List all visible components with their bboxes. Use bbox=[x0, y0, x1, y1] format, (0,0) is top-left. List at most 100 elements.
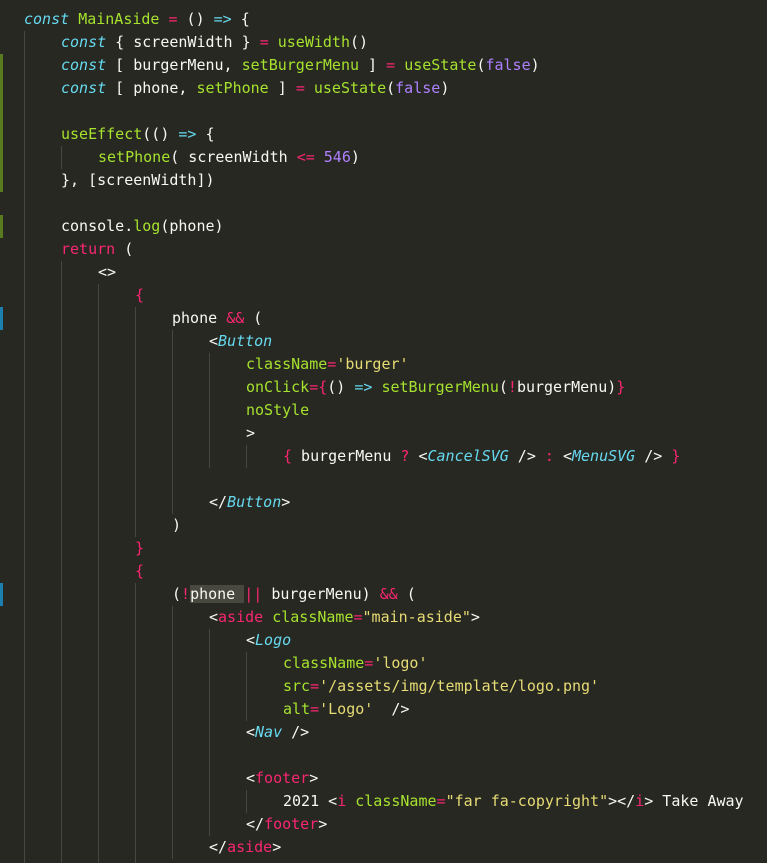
code-line[interactable]: <Logo bbox=[246, 629, 291, 652]
code-editor[interactable]: const MainAside = () => {const { screenW… bbox=[0, 0, 767, 863]
code-line[interactable]: (!phone || burgerMenu) && ( bbox=[172, 583, 416, 606]
code-token: const bbox=[61, 56, 107, 74]
code-token: (phone) bbox=[160, 217, 224, 235]
code-token: () bbox=[350, 33, 369, 51]
code-token: false bbox=[485, 56, 531, 74]
code-token: false bbox=[395, 79, 441, 97]
code-token: () bbox=[177, 10, 214, 28]
code-token: Nav bbox=[255, 723, 283, 741]
code-token: ! bbox=[507, 378, 517, 396]
code-token: '/assets/img/template/logo.png' bbox=[319, 677, 600, 695]
indent-guide bbox=[172, 606, 173, 859]
code-line[interactable]: 2021 <i className="far fa-copyright"></i… bbox=[283, 790, 744, 813]
code-token: < bbox=[246, 769, 256, 787]
code-line[interactable]: <Button bbox=[209, 330, 272, 353]
code-token: = bbox=[259, 33, 269, 51]
code-token: { bbox=[135, 562, 145, 580]
change-marker bbox=[0, 77, 3, 100]
code-token: aside bbox=[218, 608, 264, 626]
code-line[interactable]: onClick={() => setBurgerMenu(!burgerMenu… bbox=[246, 376, 625, 399]
change-marker bbox=[0, 54, 3, 77]
code-line[interactable]: useEffect(() => { bbox=[61, 123, 215, 146]
code-line[interactable]: </footer> bbox=[246, 813, 327, 836]
code-line[interactable]: setPhone( screenWidth <= 546) bbox=[98, 146, 360, 169]
code-line[interactable]: ) bbox=[172, 859, 181, 863]
code-line[interactable]: <Nav /> bbox=[246, 721, 309, 744]
code-token: ( bbox=[386, 79, 396, 97]
code-line[interactable]: className='burger' bbox=[246, 353, 409, 376]
code-token: log bbox=[133, 217, 161, 235]
code-line[interactable]: const [ burgerMenu, setBurgerMenu ] = us… bbox=[61, 54, 540, 77]
code-token: { bbox=[231, 10, 250, 28]
code-token: useState bbox=[404, 56, 477, 74]
code-line[interactable]: return ( bbox=[61, 238, 133, 261]
code-line[interactable]: alt='Logo' /> bbox=[283, 698, 409, 721]
code-line[interactable]: <> bbox=[98, 261, 116, 284]
code-line[interactable]: </Button> bbox=[209, 491, 290, 514]
code-token: onClick bbox=[246, 378, 310, 396]
code-line[interactable]: { bbox=[135, 560, 144, 583]
code-token: alt bbox=[283, 700, 311, 718]
code-token: footer bbox=[255, 769, 310, 787]
code-token: ) bbox=[350, 148, 360, 166]
code-token: } bbox=[616, 378, 626, 396]
code-token: ( bbox=[115, 240, 134, 258]
indent-guide bbox=[61, 261, 62, 863]
code-line[interactable]: > bbox=[246, 422, 255, 445]
indent-guide bbox=[24, 31, 25, 863]
code-token: i bbox=[337, 792, 347, 810]
code-line[interactable]: className='logo' bbox=[283, 652, 428, 675]
code-token: 'logo' bbox=[373, 654, 428, 672]
change-marker bbox=[0, 146, 3, 169]
indent-guide bbox=[209, 353, 210, 468]
code-line[interactable]: src='/assets/img/template/logo.png' bbox=[283, 675, 599, 698]
code-line[interactable]: noStyle bbox=[246, 399, 309, 422]
code-line[interactable]: { burgerMenu ? <CancelSVG /> : <MenuSVG … bbox=[283, 445, 680, 468]
code-line[interactable]: const { screenWidth } = useWidth() bbox=[61, 31, 368, 54]
code-line[interactable]: ) bbox=[172, 514, 181, 537]
code-token: < bbox=[246, 631, 256, 649]
code-token: ) bbox=[440, 79, 450, 97]
code-token: setPhone bbox=[98, 148, 171, 166]
change-marker bbox=[0, 215, 3, 238]
code-token: className bbox=[283, 654, 365, 672]
code-token: const bbox=[61, 33, 107, 51]
code-token: useWidth bbox=[277, 33, 350, 51]
code-token: CancelSVG bbox=[427, 447, 509, 465]
code-line[interactable]: }, [screenWidth]) bbox=[61, 169, 215, 192]
code-token: ( bbox=[498, 378, 508, 396]
code-line[interactable]: </aside> bbox=[209, 836, 281, 859]
code-token: noStyle bbox=[246, 401, 310, 419]
code-token: useState bbox=[313, 79, 387, 97]
code-token: > bbox=[318, 815, 328, 833]
code-token: MainAside bbox=[78, 10, 160, 28]
code-token: [ burgerMenu, bbox=[106, 56, 242, 74]
code-line[interactable]: phone && ( bbox=[172, 307, 262, 330]
code-line[interactable]: <footer> bbox=[246, 767, 318, 790]
code-token: = bbox=[364, 654, 374, 672]
code-token: setBurgerMenu bbox=[241, 56, 360, 74]
code-token: 'Logo' bbox=[319, 700, 374, 718]
code-token: </ bbox=[209, 838, 228, 856]
code-line[interactable]: } bbox=[135, 537, 144, 560]
code-token: Button bbox=[218, 332, 273, 350]
code-line[interactable]: <aside className="main-aside"> bbox=[209, 606, 480, 629]
code-token: }, [screenWidth]) bbox=[61, 171, 215, 189]
indent-guide bbox=[246, 652, 247, 721]
code-line[interactable]: console.log(phone) bbox=[61, 215, 224, 238]
code-token: => bbox=[213, 10, 232, 28]
code-line[interactable]: const MainAside = () => { bbox=[24, 8, 250, 31]
code-token: </ bbox=[209, 493, 228, 511]
code-line[interactable]: const [ phone, setPhone ] = useState(fal… bbox=[61, 77, 449, 100]
indent-guide bbox=[135, 583, 136, 863]
code-token: = bbox=[436, 792, 446, 810]
code-token: ( bbox=[244, 309, 263, 327]
change-marker bbox=[0, 123, 3, 146]
code-line[interactable]: { bbox=[135, 284, 144, 307]
